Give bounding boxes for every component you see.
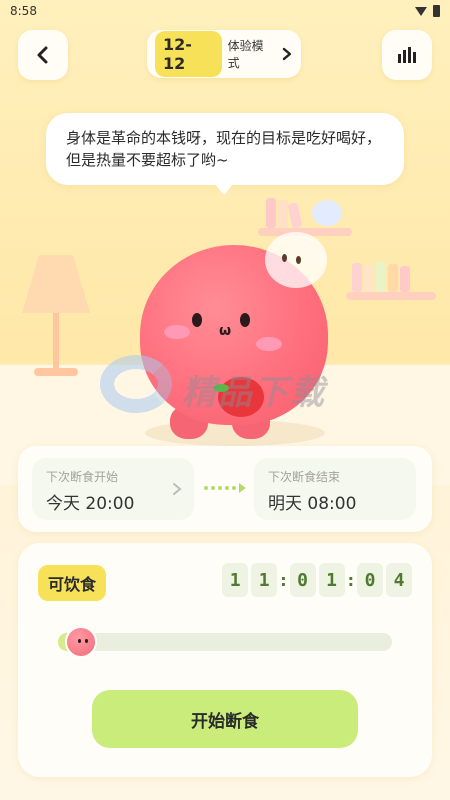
book	[278, 200, 288, 228]
timer-digit: 4	[386, 563, 412, 597]
chevron-left-icon	[37, 46, 48, 64]
character-eye-left	[192, 313, 202, 327]
book	[400, 266, 410, 292]
status-bar: 8:58	[0, 0, 450, 22]
character-cheek-left	[164, 325, 190, 339]
status-icons	[415, 5, 440, 17]
next-fast-end-value: 明天 08:00	[268, 494, 357, 514]
mode-badge: 12-12	[155, 31, 222, 77]
knob-eye	[85, 639, 89, 643]
speech-bubble: 身体是革命的本钱呀，现在的目标是吃好喝好，但是热量不要超标了哟~	[46, 113, 404, 185]
lamp-base	[34, 368, 78, 376]
timer-digit: 0	[289, 563, 316, 597]
knob-eye	[78, 639, 82, 643]
battery-icon	[433, 5, 440, 17]
book	[376, 262, 386, 292]
start-fasting-button[interactable]: 开始断食	[92, 690, 358, 748]
character-mouth: ω	[219, 323, 232, 339]
next-fast-end-label: 下次断食结束	[268, 470, 341, 484]
fasting-progress-bar	[58, 626, 392, 658]
book	[364, 265, 374, 292]
next-fast-start[interactable]: 下次断食开始 今天 20:00	[32, 458, 194, 520]
stats-button[interactable]	[382, 30, 432, 80]
mode-label: 体验模式	[227, 39, 264, 70]
lamp-pole	[53, 313, 59, 371]
shelf-bottom	[346, 292, 436, 300]
progress-knob-avatar	[65, 626, 98, 658]
timer-digit: 1	[251, 563, 278, 597]
speech-bubble-tail	[214, 183, 234, 195]
chevron-right-icon	[282, 47, 292, 61]
wifi-icon	[415, 6, 427, 16]
mode-selector[interactable]: 12-12 体验模式	[147, 30, 301, 78]
timer-digit: 1	[222, 563, 249, 597]
watermark-text: 精品下载	[182, 373, 326, 413]
ghost-eye-right	[296, 256, 301, 264]
fasting-status-card: 可饮食 1 1 : 0 1 : 0 4 开始断食	[18, 543, 432, 777]
back-button[interactable]	[18, 30, 68, 80]
book	[266, 198, 276, 228]
timer-digit: 1	[318, 563, 345, 597]
timer-colon: :	[280, 570, 287, 590]
character-cheek-right	[256, 337, 282, 351]
next-fast-start-label: 下次断食开始	[46, 470, 119, 484]
next-fast-end: 下次断食结束 明天 08:00	[254, 458, 416, 520]
eating-state-badge: 可饮食	[38, 565, 107, 601]
status-time: 8:58	[10, 4, 37, 18]
bear-figure	[312, 200, 342, 226]
timer-digit: 0	[357, 563, 383, 597]
countdown-timer: 1 1 : 0 1 : 0 4	[222, 563, 412, 597]
book	[388, 264, 398, 292]
book	[352, 263, 362, 292]
schedule-card: 下次断食开始 今天 20:00 下次断食结束 明天 08:00	[18, 446, 432, 532]
arrow-right-icon	[204, 483, 250, 493]
bar-chart-icon	[398, 47, 416, 63]
watermark-logo	[100, 355, 172, 413]
timer-colon: :	[347, 570, 354, 590]
chevron-right-icon	[173, 483, 182, 495]
ghost-eye-left	[282, 254, 287, 262]
next-fast-start-value: 今天 20:00	[46, 494, 135, 514]
character-eye-right	[240, 313, 250, 327]
